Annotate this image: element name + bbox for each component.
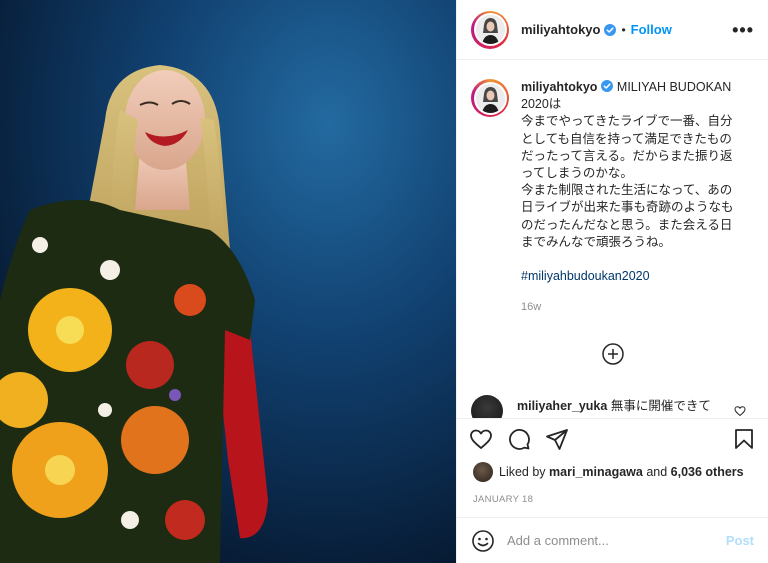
liker-username[interactable]: mari_minagawa — [549, 465, 643, 479]
hashtag-link[interactable]: #miliyahbudoukan2020 — [521, 268, 751, 285]
post-date[interactable]: JANUARY 18 — [473, 494, 533, 505]
post-side-panel: miliyahtokyo • Follow ••• miliyahtokyo M… — [456, 0, 768, 563]
comment-icon[interactable] — [507, 427, 531, 451]
caption: miliyahtokyo MILIYAH BUDOKAN 2020は 今までやっ… — [471, 79, 754, 316]
comments-area[interactable]: miliyahtokyo MILIYAH BUDOKAN 2020は 今までやっ… — [457, 61, 768, 418]
avatar-image — [475, 83, 505, 113]
avatar-image — [475, 15, 505, 44]
caption-avatar[interactable] — [471, 79, 509, 117]
user-avatar[interactable] — [471, 10, 509, 49]
header-username[interactable]: miliyahtokyo — [521, 22, 600, 37]
comment-username[interactable]: miliyaher_yuka — [517, 399, 607, 413]
likes-summary: Liked by mari_minagawa and 6,036 others — [473, 462, 758, 482]
caption-username[interactable]: miliyahtokyo — [521, 80, 597, 94]
emoji-icon[interactable] — [471, 529, 495, 553]
caption-line: ってしまうのかな。 — [521, 166, 633, 181]
caption-first-line: miliyahtokyo MILIYAH BUDOKAN — [521, 79, 751, 96]
caption-line: 今また制限された生活になって、あの — [521, 183, 733, 198]
post-header: miliyahtokyo • Follow ••• — [457, 0, 768, 60]
load-more-comments-icon[interactable] — [602, 343, 624, 365]
comment-text: miliyaher_yuka 無事に開催できて — [517, 395, 711, 414]
comment-body: 無事に開催できて — [610, 399, 711, 413]
add-comment-bar: Post — [457, 517, 768, 563]
follow-button[interactable]: Follow — [631, 22, 672, 37]
post-photo[interactable] — [0, 0, 456, 563]
heart-icon[interactable] — [469, 427, 493, 451]
caption-line: のだったんだなと思う。また会える日 — [521, 217, 733, 232]
caption-line: 今までやってきたライブで一番、自分 — [521, 114, 733, 129]
performer-photo — [0, 0, 456, 563]
caption-line: としても自信を持って満足できたもの — [521, 131, 732, 146]
add-comment-input[interactable] — [507, 533, 726, 548]
caption-line: 2020は — [521, 97, 562, 112]
caption-line: までみんなで頑張ろうね。 — [521, 234, 672, 249]
comment-avatar[interactable] — [471, 395, 503, 418]
more-options-icon[interactable]: ••• — [732, 21, 754, 39]
comment-item: miliyaher_yuka 無事に開催できて — [471, 395, 754, 418]
verified-badge-icon — [601, 80, 614, 92]
comment-like-heart-icon[interactable] — [734, 405, 746, 417]
verified-badge-icon — [604, 23, 617, 36]
caption-text: miliyahtokyo MILIYAH BUDOKAN 2020は 今までやっ… — [521, 79, 751, 316]
likes-count[interactable]: 6,036 others — [671, 465, 744, 479]
caption-time[interactable]: 16w — [521, 299, 751, 316]
likes-conj: and — [646, 465, 668, 479]
bookmark-icon[interactable] — [732, 427, 756, 451]
likes-prefix: Liked by — [499, 465, 546, 479]
post-comment-button[interactable]: Post — [726, 533, 754, 548]
liker-avatar[interactable] — [473, 462, 493, 482]
separator-dot: • — [621, 22, 626, 37]
post-actions — [457, 418, 768, 458]
share-icon[interactable] — [545, 427, 569, 451]
caption-line: 日ライブが出来た事も奇跡のようなも — [521, 200, 734, 215]
caption-line: だったって言える。だからまた振り返 — [521, 148, 733, 163]
caption-line: MILIYAH BUDOKAN — [616, 80, 732, 94]
